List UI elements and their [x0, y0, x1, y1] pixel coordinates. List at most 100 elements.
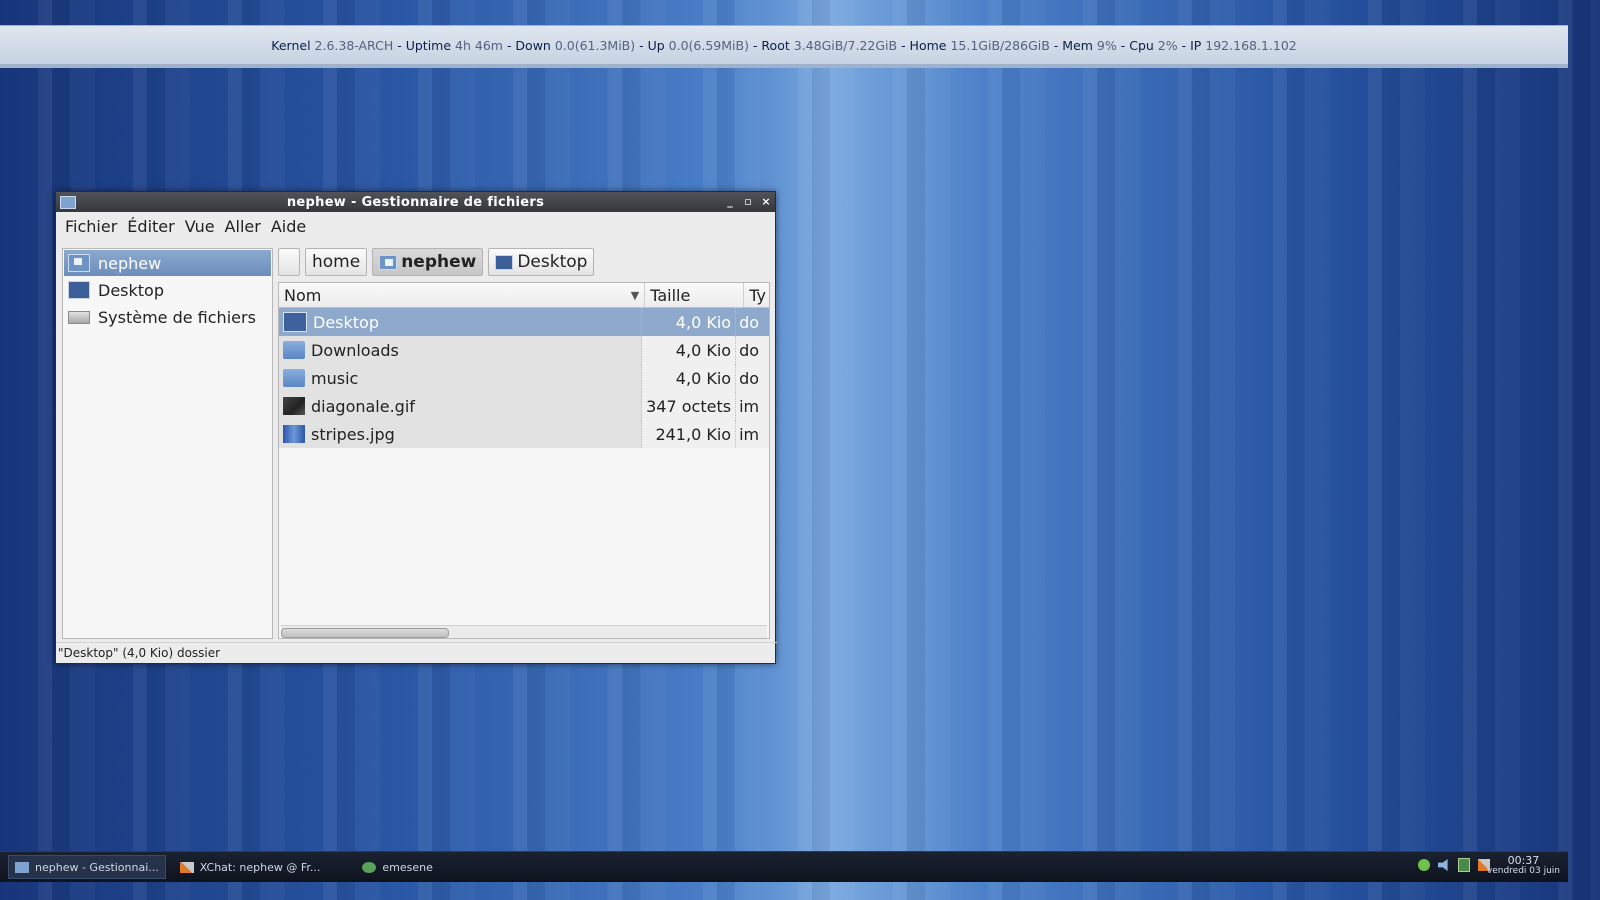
file-name: music	[311, 368, 359, 388]
ip-label: - IP	[1177, 37, 1206, 53]
mem-value: 9%	[1096, 37, 1117, 53]
sidebar-item-nephew[interactable]: nephew	[64, 250, 271, 276]
desktop-icon	[495, 254, 514, 270]
cpu-label: - Cpu	[1116, 37, 1158, 53]
root-value: 3.48GiB/7.22GiB	[793, 37, 898, 53]
file-type: im	[739, 396, 760, 416]
file-size: 4,0 Kio	[675, 368, 732, 388]
file-name: Desktop	[313, 312, 379, 332]
file-row[interactable]: Downloads 4,0 Kio do	[279, 336, 769, 364]
task-file-manager[interactable]: nephew - Gestionnai...	[8, 855, 166, 879]
home-folder-icon	[379, 254, 398, 270]
task-xchat[interactable]: XChat: nephew @ Fr...	[174, 856, 327, 878]
close-button[interactable]: ×	[761, 194, 771, 210]
file-size: 4,0 Kio	[675, 340, 732, 360]
home-value: 15.1GiB/286GiB	[950, 37, 1050, 53]
maximize-button[interactable]: ▫	[743, 194, 753, 210]
sidebar-item-desktop[interactable]: Desktop	[64, 277, 271, 303]
column-header-size[interactable]: Taille	[645, 283, 745, 307]
folder-icon	[283, 369, 305, 387]
scrollbar-thumb[interactable]	[281, 628, 449, 638]
path-button-label: nephew	[401, 252, 477, 272]
status-bar: "Desktop" (4,0 Kio) dossier	[56, 642, 777, 663]
home-folder-icon	[68, 254, 90, 272]
file-name: Downloads	[311, 340, 399, 360]
down-label: - Down	[502, 37, 555, 53]
file-row[interactable]: stripes.jpg 241,0 Kio im	[279, 420, 769, 448]
system-tray	[1418, 858, 1490, 872]
kernel-label: Kernel	[271, 37, 315, 53]
column-name-label: Nom	[284, 285, 322, 305]
column-size-label: Taille	[650, 285, 691, 305]
file-name: diagonale.gif	[311, 396, 415, 416]
uptime-value: 4h 46m	[455, 37, 503, 53]
column-header-type[interactable]: Ty	[744, 283, 769, 307]
file-row[interactable]: diagonale.gif 347 octets im	[279, 392, 769, 420]
kernel-value: 2.6.38-ARCH	[314, 37, 394, 53]
menu-fichier[interactable]: Fichier	[60, 217, 122, 236]
path-button-nephew[interactable]: nephew	[372, 248, 484, 276]
window-title: nephew - Gestionnaire de fichiers	[286, 194, 545, 210]
jpg-thumbnail-icon	[283, 425, 305, 443]
sidebar-item-label: nephew	[98, 253, 162, 273]
file-size: 241,0 Kio	[655, 424, 732, 444]
file-size: 347 octets	[646, 396, 732, 416]
window-app-icon[interactable]	[60, 196, 76, 209]
path-bar: home nephew Desktop	[278, 248, 595, 276]
emesene-icon	[362, 861, 377, 873]
cpu-value: 2%	[1157, 37, 1178, 53]
menu-vue[interactable]: Vue	[180, 217, 220, 236]
gif-thumbnail-icon	[283, 397, 305, 415]
path-button-desktop[interactable]: Desktop	[488, 248, 595, 276]
folder-icon	[283, 341, 305, 359]
sidebar-item-filesystem[interactable]: Système de fichiers	[64, 304, 271, 330]
horizontal-scrollbar[interactable]	[281, 625, 767, 638]
taskbar: nephew - Gestionnai... XChat: nephew @ F…	[0, 851, 1568, 882]
file-type: do	[739, 368, 760, 388]
task-label: nephew - Gestionnai...	[35, 860, 159, 874]
file-manager-window: nephew - Gestionnaire de fichiers _ ▫ × …	[55, 191, 777, 664]
desktop-icon	[68, 281, 90, 299]
task-label: XChat: nephew @ Fr...	[199, 860, 321, 874]
clock[interactable]: 00:37 vendredi 03 juin	[1487, 855, 1560, 877]
path-button-home[interactable]: home	[305, 248, 368, 276]
menubar: Fichier Éditer Vue Aller Aide	[56, 212, 775, 241]
places-sidebar: nephew Desktop Système de fichiers	[62, 248, 273, 639]
uptime-label: - Uptime	[393, 37, 456, 53]
minimize-button[interactable]: _	[725, 194, 735, 210]
down-value: 0.0(61.3MiB)	[554, 37, 636, 53]
menu-aller[interactable]: Aller	[220, 217, 266, 236]
file-list-header: Nom ▼ Taille Ty	[279, 283, 769, 308]
menu-aide[interactable]: Aide	[266, 217, 311, 236]
sidebar-item-label: Système de fichiers	[98, 307, 256, 327]
file-name: stripes.jpg	[311, 424, 395, 444]
xchat-icon	[179, 861, 194, 873]
home-label: - Home	[897, 37, 951, 53]
window-titlebar[interactable]: nephew - Gestionnaire de fichiers _ ▫ ×	[56, 192, 775, 212]
status-text: "Desktop" (4,0 Kio) dossier	[58, 646, 221, 660]
volume-icon[interactable]	[1438, 859, 1448, 871]
file-row[interactable]: music 4,0 Kio do	[279, 364, 769, 392]
desktop-folder-icon	[283, 312, 307, 332]
task-emesene[interactable]: emesene	[356, 856, 439, 878]
file-type: do	[739, 312, 760, 332]
sidebar-item-label: Desktop	[98, 280, 164, 300]
clock-time: 00:37	[1507, 854, 1540, 867]
path-scroll-left-button[interactable]	[278, 248, 300, 276]
file-manager-icon	[15, 861, 29, 873]
up-label: - Up	[635, 37, 669, 53]
clock-date: vendredi 03 juin	[1486, 866, 1560, 876]
column-header-name[interactable]: Nom ▼	[279, 283, 646, 307]
column-type-label: Ty	[749, 285, 766, 305]
file-type: im	[739, 424, 760, 444]
file-row[interactable]: Desktop 4,0 Kio do	[279, 308, 769, 336]
menu-editer[interactable]: Éditer	[122, 217, 179, 236]
status-online-icon[interactable]	[1418, 859, 1430, 871]
network-icon[interactable]	[1458, 858, 1470, 872]
path-button-label: Desktop	[517, 252, 588, 272]
mem-label: - Mem	[1049, 37, 1097, 53]
conky-status-bar: Kernel 2.6.38-ARCH - Uptime 4h 46m - Dow…	[0, 25, 1568, 68]
file-size: 4,0 Kio	[675, 312, 732, 332]
task-label: emesene	[382, 860, 433, 874]
up-value: 0.0(6.59MiB)	[668, 37, 749, 53]
